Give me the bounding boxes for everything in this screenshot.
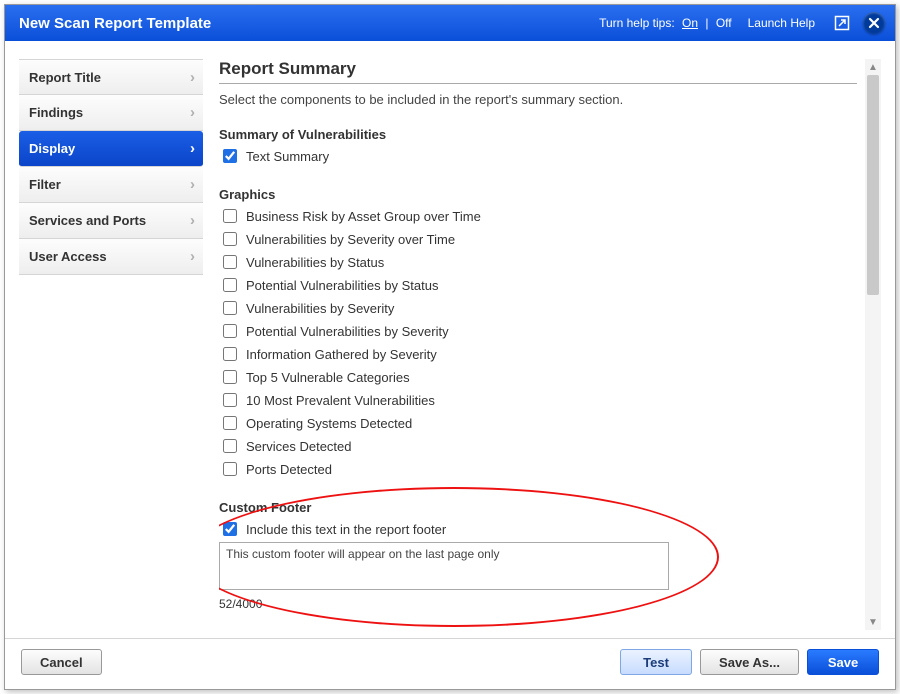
chk-label: Include this text in the report footer: [246, 522, 446, 537]
help-tips-on-link[interactable]: On: [682, 16, 698, 30]
cancel-button[interactable]: Cancel: [21, 649, 102, 675]
nav-label: Filter: [29, 177, 61, 192]
chk-label: 10 Most Prevalent Vulnerabilities: [246, 393, 435, 408]
section-vulnerabilities: Summary of Vulnerabilities: [219, 127, 857, 142]
chk-input[interactable]: [223, 232, 237, 246]
help-tips-off-link[interactable]: Off: [716, 16, 732, 30]
scrollbar[interactable]: ▲ ▼: [865, 59, 881, 630]
chk-input[interactable]: [223, 462, 237, 476]
scroll-down-icon[interactable]: ▼: [866, 614, 880, 630]
chk-include-footer-input[interactable]: [223, 522, 237, 536]
nav-report-title[interactable]: Report Title ›: [19, 59, 203, 95]
nav-label: Display: [29, 141, 75, 156]
chk-input[interactable]: [223, 301, 237, 315]
chk-input[interactable]: [223, 416, 237, 430]
chk-graphics-3[interactable]: Potential Vulnerabilities by Status: [219, 275, 857, 295]
launch-help-link[interactable]: Launch Help: [748, 16, 815, 30]
chk-label: Ports Detected: [246, 462, 332, 477]
chk-label: Top 5 Vulnerable Categories: [246, 370, 410, 385]
page-instruction: Select the components to be included in …: [219, 92, 857, 107]
chk-input[interactable]: [223, 347, 237, 361]
chevron-right-icon: ›: [190, 140, 195, 157]
chk-input[interactable]: [223, 370, 237, 384]
chevron-right-icon: ›: [190, 69, 195, 86]
popout-icon[interactable]: [833, 14, 851, 32]
chk-text-summary-input[interactable]: [223, 149, 237, 163]
chk-graphics-10[interactable]: Services Detected: [219, 436, 857, 456]
chk-input[interactable]: [223, 209, 237, 223]
scroll-thumb[interactable]: [867, 75, 879, 295]
section-graphics: Graphics: [219, 187, 857, 202]
chevron-right-icon: ›: [190, 212, 195, 229]
chk-graphics-1[interactable]: Vulnerabilities by Severity over Time: [219, 229, 857, 249]
help-prefix: Turn help tips:: [599, 16, 678, 30]
nav-filter[interactable]: Filter ›: [19, 167, 203, 203]
chk-graphics-5[interactable]: Potential Vulnerabilities by Severity: [219, 321, 857, 341]
test-button[interactable]: Test: [620, 649, 692, 675]
button-bar: Cancel Test Save As... Save: [5, 638, 895, 689]
close-button[interactable]: [863, 12, 885, 34]
save-as-button[interactable]: Save As...: [700, 649, 799, 675]
nav-display[interactable]: Display ›: [19, 131, 203, 167]
chk-label: Vulnerabilities by Severity over Time: [246, 232, 455, 247]
chk-label: Services Detected: [246, 439, 352, 454]
nav-label: Services and Ports: [29, 213, 146, 228]
chk-input[interactable]: [223, 255, 237, 269]
chk-graphics-4[interactable]: Vulnerabilities by Severity: [219, 298, 857, 318]
dialog-body: Report Title › Findings › Display › Filt…: [5, 41, 895, 638]
char-counter: 52/4000: [219, 597, 857, 611]
nav-label: Report Title: [29, 70, 101, 85]
content-scroll: Report Summary Select the components to …: [219, 59, 865, 630]
chk-text-summary[interactable]: Text Summary: [219, 146, 857, 166]
nav-findings[interactable]: Findings ›: [19, 95, 203, 131]
dialog-title: New Scan Report Template: [19, 15, 599, 32]
chk-input[interactable]: [223, 324, 237, 338]
chk-label: Vulnerabilities by Status: [246, 255, 384, 270]
chk-graphics-9[interactable]: Operating Systems Detected: [219, 413, 857, 433]
dialog-window: New Scan Report Template Turn help tips:…: [4, 4, 896, 690]
help-area: Turn help tips: On | Off Launch Help: [599, 12, 885, 34]
chk-include-footer[interactable]: Include this text in the report footer: [219, 519, 857, 539]
chk-graphics-8[interactable]: 10 Most Prevalent Vulnerabilities: [219, 390, 857, 410]
chk-graphics-11[interactable]: Ports Detected: [219, 459, 857, 479]
chk-graphics-0[interactable]: Business Risk by Asset Group over Time: [219, 206, 857, 226]
chk-graphics-7[interactable]: Top 5 Vulnerable Categories: [219, 367, 857, 387]
chk-label: Business Risk by Asset Group over Time: [246, 209, 481, 224]
chk-label: Text Summary: [246, 149, 329, 164]
nav-label: User Access: [29, 249, 107, 264]
chevron-right-icon: ›: [190, 248, 195, 265]
chk-input[interactable]: [223, 439, 237, 453]
chk-input[interactable]: [223, 278, 237, 292]
chk-label: Potential Vulnerabilities by Status: [246, 278, 438, 293]
sidebar: Report Title › Findings › Display › Filt…: [19, 59, 203, 630]
nav-label: Findings: [29, 105, 83, 120]
nav-user-access[interactable]: User Access ›: [19, 239, 203, 275]
page-title: Report Summary: [219, 59, 857, 84]
save-button[interactable]: Save: [807, 649, 879, 675]
chk-graphics-6[interactable]: Information Gathered by Severity: [219, 344, 857, 364]
footer-textarea[interactable]: [219, 542, 669, 590]
help-sep: |: [702, 16, 712, 30]
main-panel: Report Summary Select the components to …: [219, 59, 881, 630]
chk-label: Potential Vulnerabilities by Severity: [246, 324, 449, 339]
chevron-right-icon: ›: [190, 176, 195, 193]
chk-graphics-2[interactable]: Vulnerabilities by Status: [219, 252, 857, 272]
chk-label: Operating Systems Detected: [246, 416, 412, 431]
chevron-right-icon: ›: [190, 104, 195, 121]
scroll-up-icon[interactable]: ▲: [866, 59, 880, 75]
chk-label: Vulnerabilities by Severity: [246, 301, 394, 316]
section-custom-footer: Custom Footer: [219, 500, 857, 515]
titlebar: New Scan Report Template Turn help tips:…: [5, 5, 895, 41]
nav-services-ports[interactable]: Services and Ports ›: [19, 203, 203, 239]
scroll-track[interactable]: [866, 75, 880, 614]
chk-input[interactable]: [223, 393, 237, 407]
chk-label: Information Gathered by Severity: [246, 347, 437, 362]
